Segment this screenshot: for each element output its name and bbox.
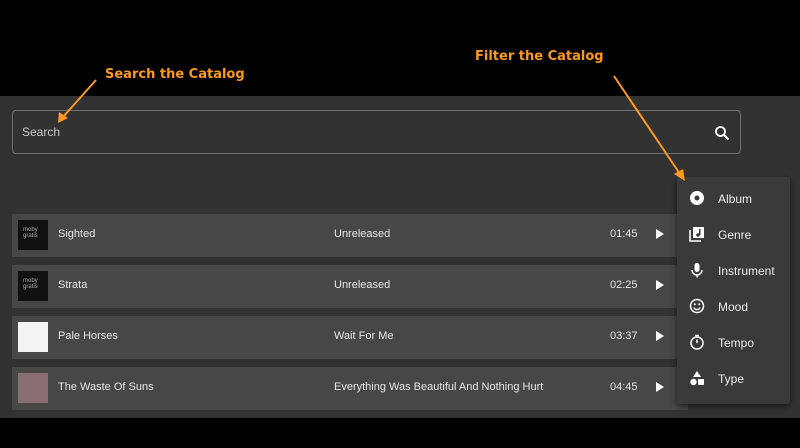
album-thumbnail: [18, 373, 48, 403]
play-icon[interactable]: [656, 382, 664, 392]
filter-item-label: Instrument: [718, 264, 775, 278]
filter-item-mood[interactable]: Mood: [677, 288, 790, 324]
filter-item-album[interactable]: Album: [677, 180, 790, 216]
track-title: Pale Horses: [58, 330, 118, 342]
filter-item-genre[interactable]: Genre: [677, 216, 790, 252]
stopwatch-icon: [690, 334, 704, 350]
search-bar[interactable]: [12, 110, 741, 154]
filter-item-label: Type: [718, 372, 745, 386]
play-icon[interactable]: [656, 229, 664, 239]
track-title: Strata: [58, 279, 88, 291]
album-icon: [690, 191, 704, 205]
search-callout-label: Search the Catalog: [105, 67, 245, 82]
filter-item-label: Mood: [718, 300, 749, 314]
album-thumbnail: moby gratis: [18, 220, 48, 250]
track-album: Everything Was Beautiful And Nothing Hur…: [334, 381, 544, 393]
track-album: Wait For Me: [334, 330, 394, 342]
filter-item-label: Album: [718, 192, 753, 206]
track-row[interactable]: Pale Horses Wait For Me 03:37: [12, 316, 688, 359]
search-icon[interactable]: [714, 125, 730, 141]
track-row[interactable]: The Waste Of Suns Everything Was Beautif…: [12, 367, 688, 410]
microphone-icon: [691, 263, 703, 278]
track-title: Sighted: [58, 228, 96, 240]
track-title: The Waste Of Suns: [58, 381, 154, 393]
track-duration: 03:37: [610, 330, 638, 342]
shapes-icon: [690, 371, 704, 386]
album-thumbnail: [18, 322, 48, 352]
track-album: Unreleased: [334, 228, 391, 240]
genre-icon: [689, 227, 704, 242]
track-album: Unreleased: [334, 279, 391, 291]
play-icon[interactable]: [656, 280, 664, 290]
search-input[interactable]: [13, 111, 702, 153]
filter-item-label: Genre: [718, 228, 752, 242]
filter-item-label: Tempo: [718, 336, 755, 350]
filter-item-instrument[interactable]: Instrument: [677, 252, 790, 288]
track-row[interactable]: moby gratis Strata Unreleased 02:25: [12, 265, 688, 308]
smiley-icon: [689, 298, 705, 314]
track-duration: 02:25: [610, 279, 638, 291]
filter-menu: Album Genre Instrument Mood Tempo Type: [677, 177, 790, 404]
track-duration: 04:45: [610, 381, 638, 393]
track-duration: 01:45: [610, 228, 638, 240]
filter-item-type[interactable]: Type: [677, 360, 790, 396]
filter-callout-label: Filter the Catalog: [475, 49, 604, 64]
filter-item-tempo[interactable]: Tempo: [677, 324, 790, 360]
play-icon[interactable]: [656, 331, 664, 341]
track-row[interactable]: moby gratis Sighted Unreleased 01:45: [12, 214, 688, 257]
album-thumbnail: moby gratis: [18, 271, 48, 301]
